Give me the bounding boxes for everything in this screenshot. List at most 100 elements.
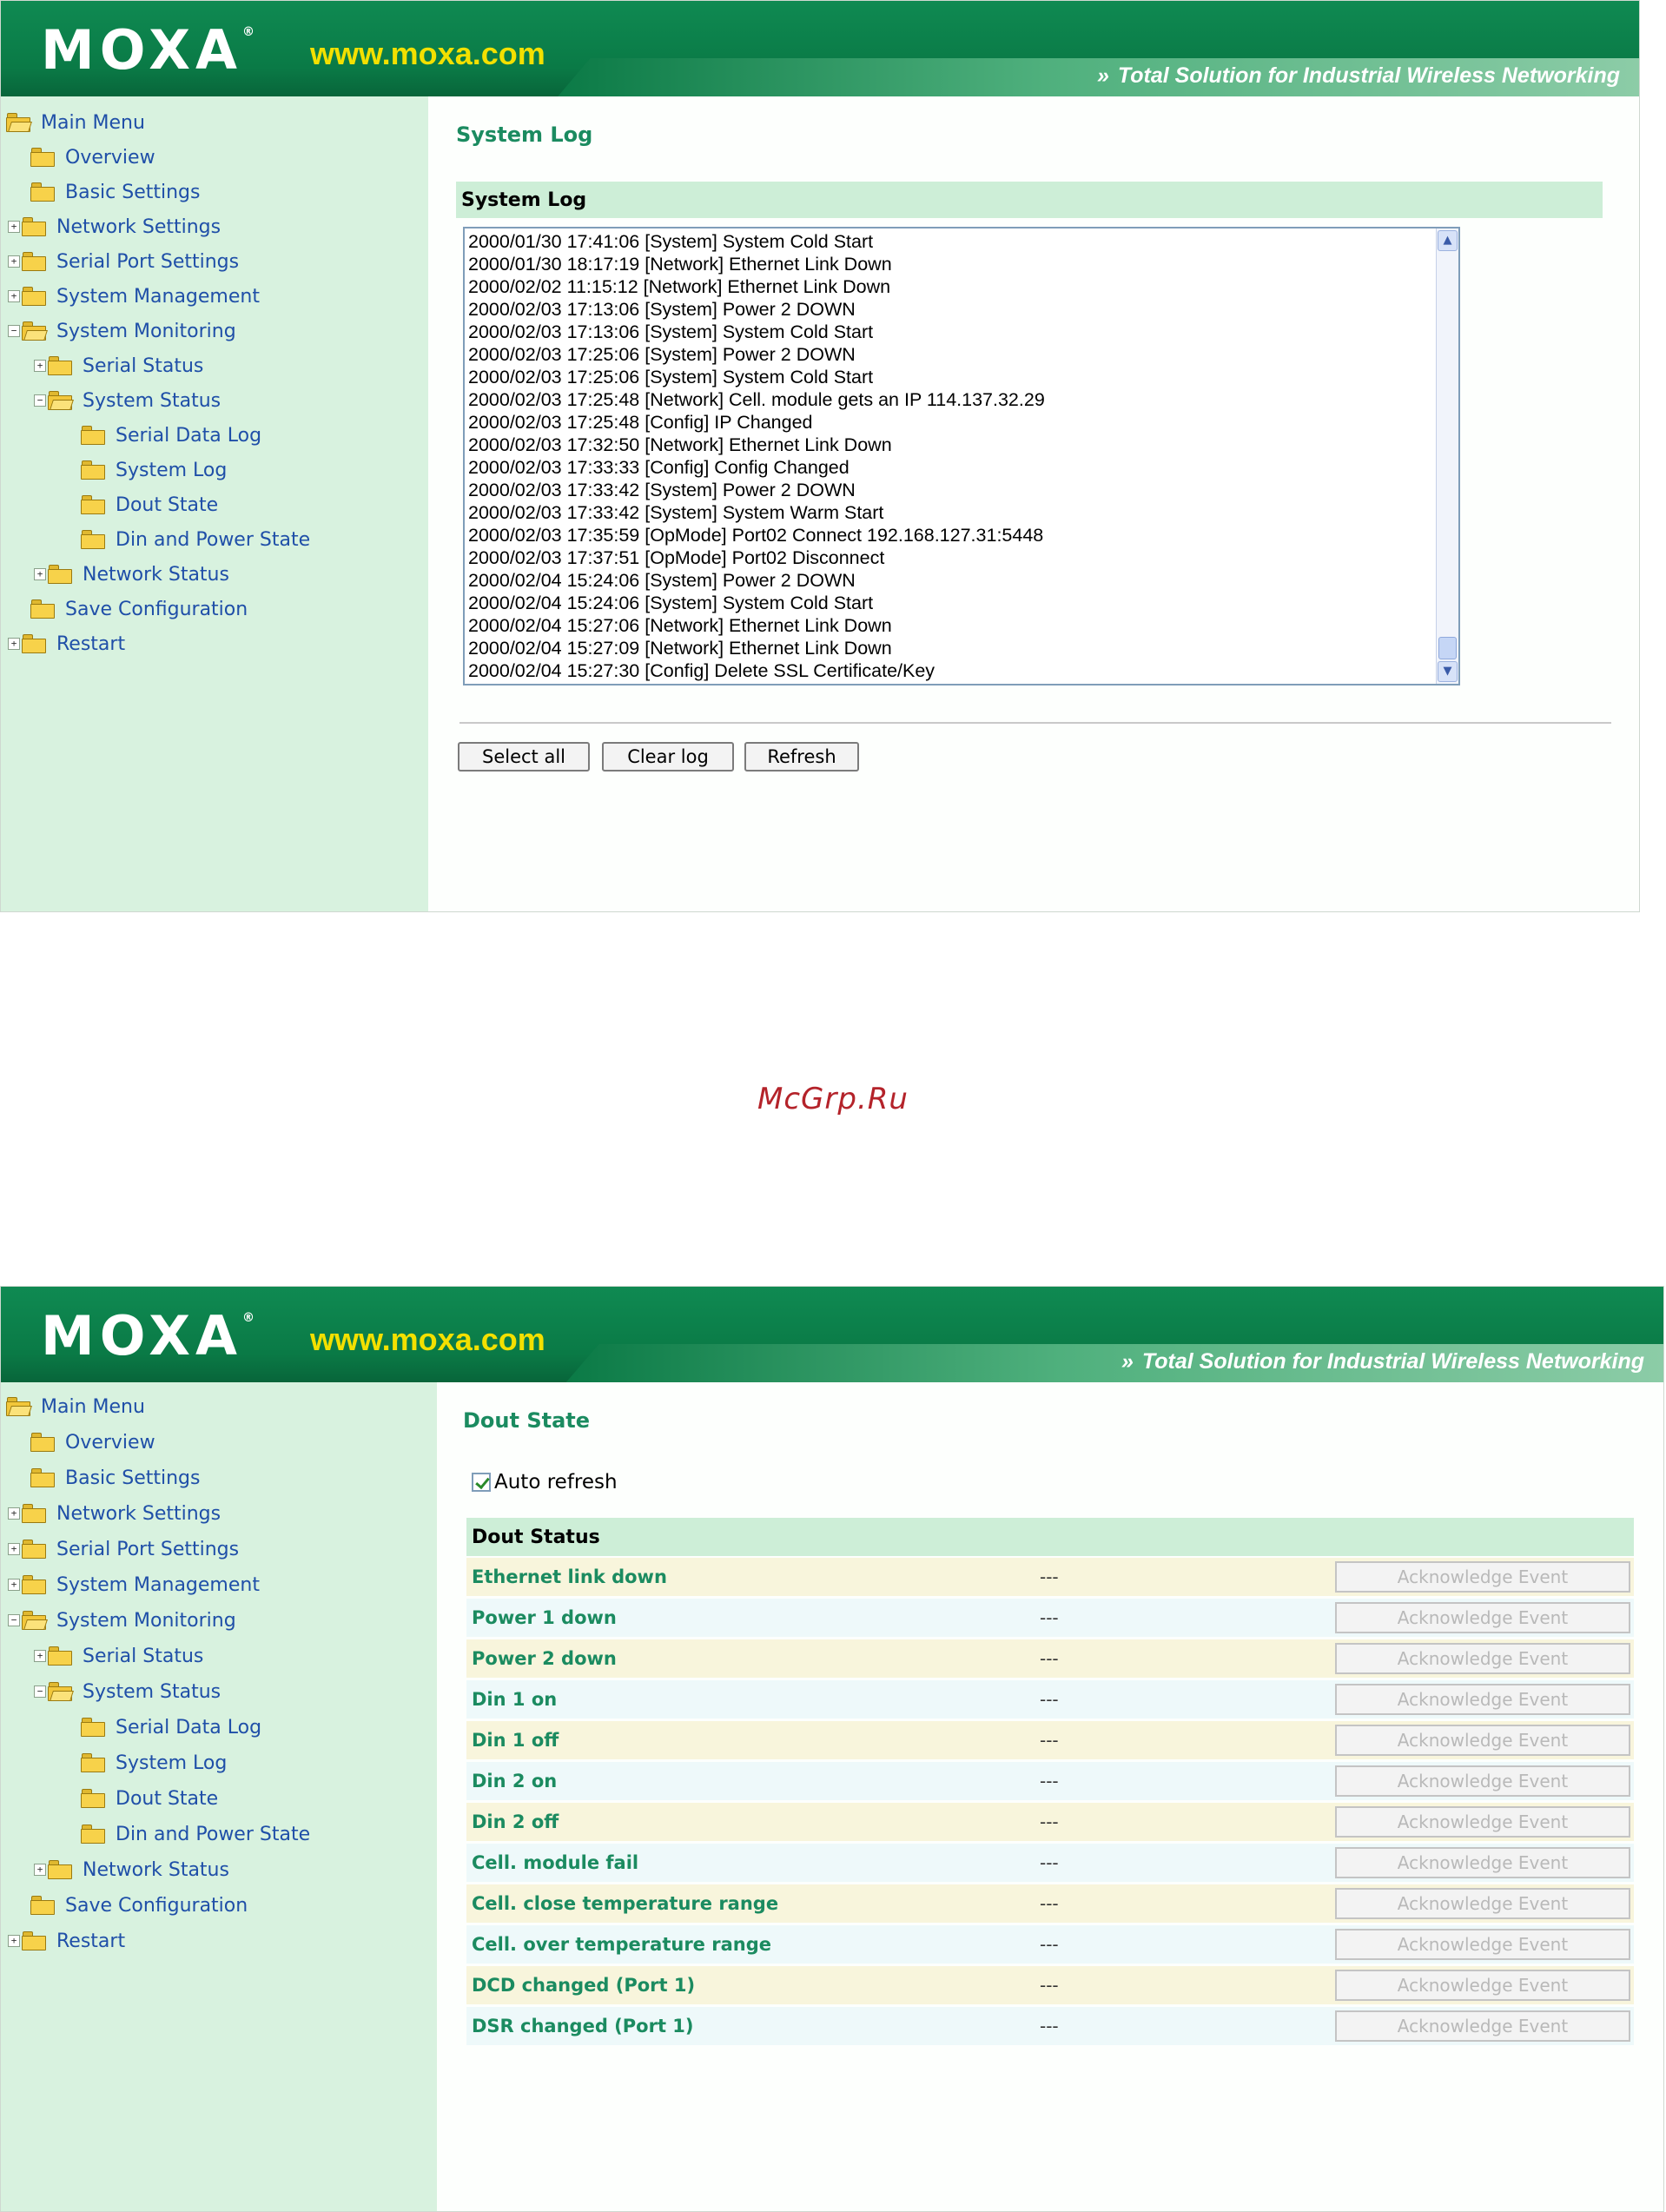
menu-network-settings[interactable]: + Network Settings — [8, 1498, 221, 1529]
acknowledge-event-button[interactable]: Acknowledge Event — [1335, 1765, 1630, 1797]
log-line: 2000/02/03 17:13:06 [System] System Cold… — [468, 321, 874, 342]
menu-serial-data-log[interactable]: Serial Data Log — [81, 1712, 261, 1743]
table-row: Ethernet link down --- Acknowledge Event — [466, 1558, 1634, 1596]
menu-system-log[interactable]: System Log — [81, 1747, 227, 1778]
folder-open-icon — [6, 113, 32, 132]
log-lines: 2000/01/30 17:41:06 [System] System Cold… — [468, 230, 1045, 682]
menu-system-log[interactable]: System Log — [81, 454, 227, 486]
clear-log-button[interactable]: Clear log — [602, 742, 734, 772]
folder-icon — [30, 148, 55, 167]
collapse-minus-icon[interactable]: − — [8, 325, 20, 337]
menu-system-management[interactable]: + System Management — [8, 1569, 260, 1600]
moxa-logo: MOXA® — [41, 1304, 255, 1368]
menu-save-configuration[interactable]: Save Configuration — [30, 1890, 248, 1921]
menu-system-status[interactable]: − System Status — [34, 385, 221, 416]
menu-overview[interactable]: Overview — [30, 1427, 155, 1458]
menu-overview[interactable]: Overview — [30, 142, 155, 173]
event-status: --- — [1040, 1648, 1059, 1669]
expand-plus-icon[interactable]: + — [34, 1864, 46, 1876]
system-log-content: System Log System Log 2000/01/30 17:41:0… — [428, 96, 1639, 911]
menu-basic-settings[interactable]: Basic Settings — [30, 1462, 200, 1493]
menu-network-status[interactable]: + Network Status — [34, 1854, 229, 1885]
section-header: Dout Status — [466, 1518, 1634, 1556]
expand-plus-icon[interactable]: + — [34, 360, 46, 372]
acknowledge-event-button[interactable]: Acknowledge Event — [1335, 1806, 1630, 1838]
acknowledge-event-button[interactable]: Acknowledge Event — [1335, 1847, 1630, 1878]
menu-system-management[interactable]: + System Management — [8, 281, 260, 312]
menu-main-menu[interactable]: Main Menu — [6, 107, 145, 138]
auto-refresh-checkbox[interactable] — [472, 1473, 491, 1492]
collapse-minus-icon[interactable]: − — [8, 1614, 20, 1626]
menu-dout-state[interactable]: Dout State — [81, 1783, 218, 1814]
menu-serial-port-settings[interactable]: + Serial Port Settings — [8, 246, 239, 277]
watermark: McGrp.Ru — [757, 1082, 909, 1116]
menu-dout-state[interactable]: Dout State — [81, 489, 218, 520]
log-line: 2000/02/03 17:25:06 [System] Power 2 DOW… — [468, 344, 856, 365]
menu-din-and-power-state[interactable]: Din and Power State — [81, 1818, 310, 1850]
menu-restart[interactable]: + Restart — [8, 1925, 125, 1957]
acknowledge-event-button[interactable]: Acknowledge Event — [1335, 1561, 1630, 1593]
menu-system-monitoring[interactable]: − System Monitoring — [8, 315, 236, 347]
moxa-logo: MOXA® — [41, 18, 255, 82]
refresh-button[interactable]: Refresh — [744, 742, 859, 772]
select-all-button[interactable]: Select all — [458, 742, 590, 772]
collapse-minus-icon[interactable]: − — [34, 1685, 46, 1698]
folder-icon — [22, 252, 46, 271]
event-name: Cell. module fail — [472, 1852, 639, 1873]
expand-plus-icon[interactable]: + — [8, 1543, 20, 1555]
expand-plus-icon[interactable]: + — [8, 1935, 20, 1947]
expand-plus-icon[interactable]: + — [8, 290, 20, 302]
vertical-scrollbar[interactable]: ▲ ▼ — [1436, 228, 1458, 684]
folder-icon — [81, 495, 105, 514]
menu-serial-status[interactable]: + Serial Status — [34, 350, 203, 381]
acknowledge-event-button[interactable]: Acknowledge Event — [1335, 1602, 1630, 1633]
expand-plus-icon[interactable]: + — [8, 1507, 20, 1520]
acknowledge-event-button[interactable]: Acknowledge Event — [1335, 1888, 1630, 1919]
menu-restart[interactable]: + Restart — [8, 628, 125, 659]
menu-main-menu[interactable]: Main Menu — [6, 1391, 145, 1422]
expand-plus-icon[interactable]: + — [8, 1579, 20, 1591]
folder-icon — [48, 1646, 72, 1666]
acknowledge-event-button[interactable]: Acknowledge Event — [1335, 1684, 1630, 1715]
system-log-textarea[interactable]: 2000/01/30 17:41:06 [System] System Cold… — [463, 227, 1460, 685]
expand-plus-icon[interactable]: + — [8, 255, 20, 268]
acknowledge-event-button[interactable]: Acknowledge Event — [1335, 1643, 1630, 1674]
folder-icon — [30, 1433, 55, 1452]
menu-save-configuration[interactable]: Save Configuration — [30, 593, 248, 625]
menu-din-and-power-state[interactable]: Din and Power State — [81, 524, 310, 555]
event-status: --- — [1040, 1771, 1059, 1791]
expand-plus-icon[interactable]: + — [8, 638, 20, 650]
folder-open-icon — [22, 1611, 48, 1630]
menu-basic-settings[interactable]: Basic Settings — [30, 176, 200, 208]
auto-refresh-control[interactable]: Auto refresh — [472, 1471, 618, 1493]
menu-network-settings[interactable]: + Network Settings — [8, 211, 221, 242]
menu-serial-status[interactable]: + Serial Status — [34, 1640, 203, 1672]
folder-icon — [81, 426, 105, 445]
table-row: DSR changed (Port 1) --- Acknowledge Event — [466, 2007, 1634, 2045]
scroll-up-icon[interactable]: ▲ — [1438, 230, 1458, 251]
event-status: --- — [1040, 1811, 1059, 1832]
log-line: 2000/02/04 15:24:06 [System] System Cold… — [468, 593, 874, 613]
acknowledge-event-button[interactable]: Acknowledge Event — [1335, 1970, 1630, 2001]
expand-plus-icon[interactable]: + — [8, 221, 20, 233]
collapse-minus-icon[interactable]: − — [34, 394, 46, 407]
folder-icon — [22, 1540, 46, 1559]
menu-serial-port-settings[interactable]: + Serial Port Settings — [8, 1533, 239, 1565]
log-line: 2000/02/03 17:33:42 [System] Power 2 DOW… — [468, 480, 856, 500]
log-line: 2000/02/04 15:27:09 [Network] Ethernet L… — [468, 638, 892, 659]
folder-icon — [30, 182, 55, 202]
acknowledge-event-button[interactable]: Acknowledge Event — [1335, 1725, 1630, 1756]
expand-plus-icon[interactable]: + — [34, 568, 46, 580]
menu-system-monitoring[interactable]: − System Monitoring — [8, 1605, 236, 1636]
acknowledge-event-button[interactable]: Acknowledge Event — [1335, 2010, 1630, 2042]
acknowledge-event-button[interactable]: Acknowledge Event — [1335, 1929, 1630, 1960]
menu-serial-data-log[interactable]: Serial Data Log — [81, 420, 261, 451]
scroll-thumb[interactable] — [1438, 637, 1457, 659]
expand-plus-icon[interactable]: + — [34, 1650, 46, 1662]
folder-icon — [81, 1753, 105, 1772]
table-row: DCD changed (Port 1) --- Acknowledge Event — [466, 1966, 1634, 2004]
menu-system-status[interactable]: − System Status — [34, 1676, 221, 1707]
scroll-down-icon[interactable]: ▼ — [1438, 661, 1458, 682]
menu-network-status[interactable]: + Network Status — [34, 559, 229, 590]
divider — [459, 722, 1611, 724]
